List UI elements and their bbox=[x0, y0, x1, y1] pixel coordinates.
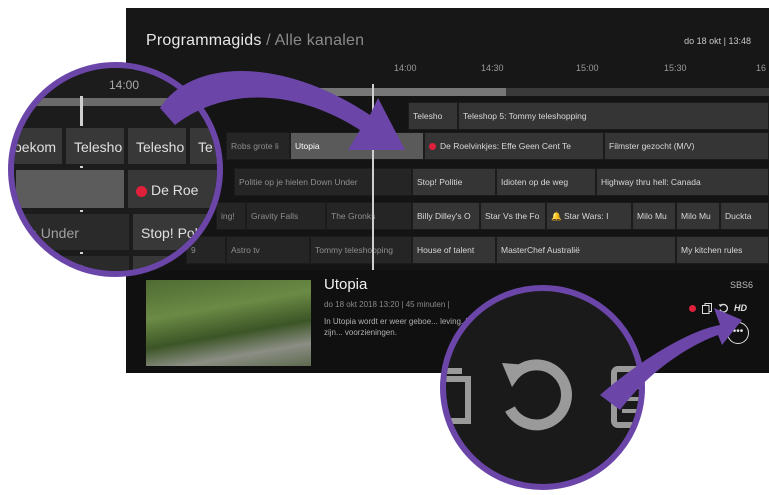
callout-arrow-left bbox=[160, 70, 405, 150]
callout-arrow-right bbox=[600, 308, 742, 410]
callout-arrows bbox=[160, 70, 742, 410]
